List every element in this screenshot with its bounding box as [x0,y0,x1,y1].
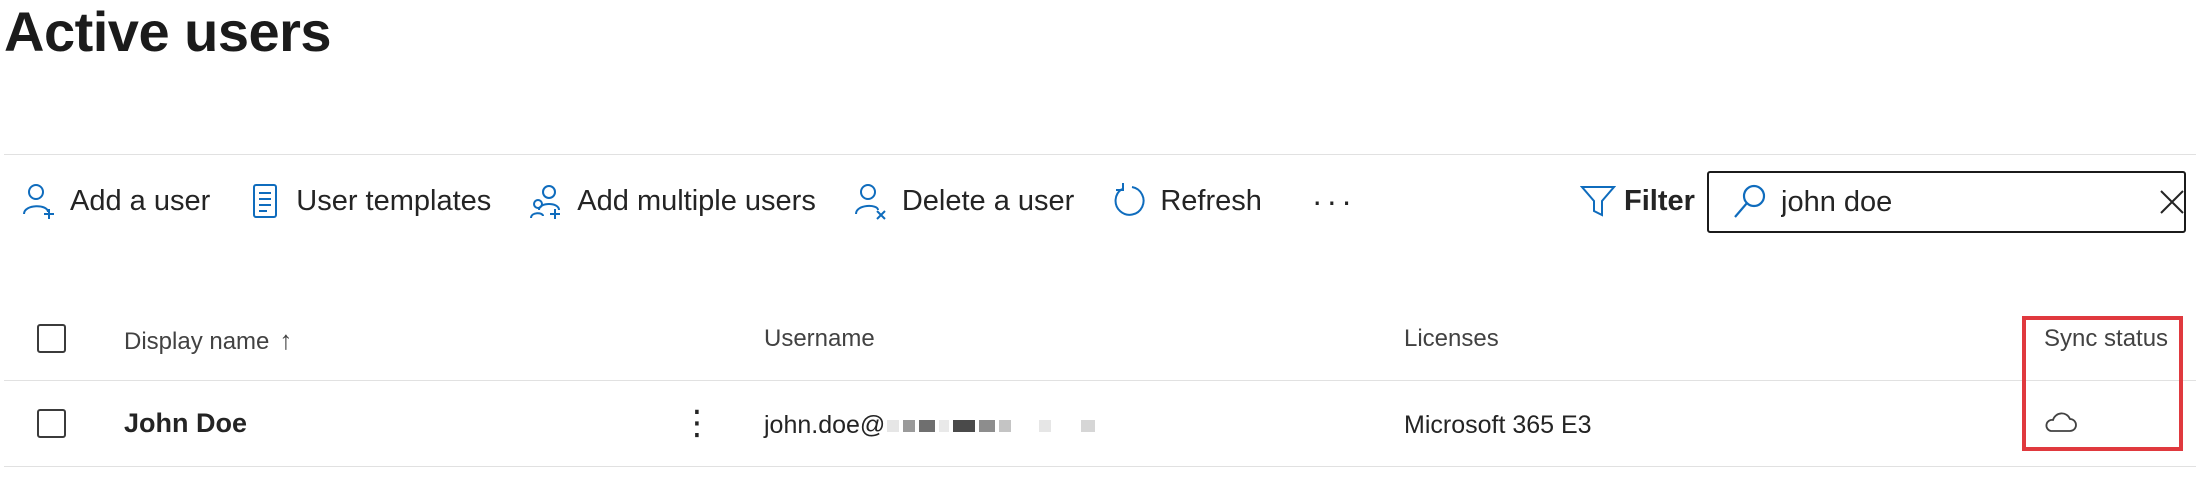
header-divider [4,154,2196,155]
refresh-button[interactable]: Refresh [1112,176,1262,226]
filter-icon [1580,186,1616,217]
delete-user-label: Delete a user [901,184,1075,217]
filter-label: Filter [1624,184,1695,217]
add-user-label: Add a user [70,184,211,217]
add-multiple-users-button[interactable]: Add multiple users [529,176,816,226]
header-row-divider [4,380,2196,381]
username-text: john.doe@ [764,411,886,439]
delete-user-icon [854,182,888,220]
add-user-icon [22,182,56,220]
command-bar: Add a user User templates Add multiple u… [22,176,1356,226]
column-licenses[interactable]: Licenses [1404,325,1499,353]
search-input[interactable] [1781,185,2158,219]
search-box [1707,171,2186,233]
row-divider [4,466,2196,467]
redacted-domain [887,420,1099,433]
add-user-button[interactable]: Add a user [22,176,210,226]
refresh-label: Refresh [1160,184,1262,217]
delete-user-button[interactable]: Delete a user [854,176,1075,226]
page-title: Active users [4,0,332,63]
add-multiple-users-icon [529,182,563,220]
refresh-icon [1112,182,1146,220]
sort-ascending-icon: ↑ [279,325,293,355]
user-templates-button[interactable]: User templates [248,176,491,226]
user-templates-label: User templates [296,184,492,217]
templates-icon [248,182,282,220]
add-multiple-users-label: Add multiple users [577,184,816,217]
user-display-name[interactable]: John Doe [124,408,247,439]
row-checkbox[interactable] [37,409,66,438]
more-actions-button[interactable]: ··· [1312,183,1356,220]
sync-status-highlight [2022,316,2183,451]
search-icon [1734,184,1766,218]
column-username[interactable]: Username [764,325,875,353]
user-username: john.doe@ [764,411,1099,440]
row-more-actions-button[interactable]: ⋮ [680,406,714,440]
clear-icon[interactable] [2158,188,2186,216]
column-display-name-label: Display name [124,328,270,355]
select-all-checkbox[interactable] [37,324,66,353]
filter-button[interactable]: Filter [1580,176,1695,226]
user-licenses: Microsoft 365 E3 [1404,411,1592,439]
table-header: Display name ↑ Username Licenses Sync sta… [4,310,2196,380]
column-display-name[interactable]: Display name ↑ [124,325,292,356]
